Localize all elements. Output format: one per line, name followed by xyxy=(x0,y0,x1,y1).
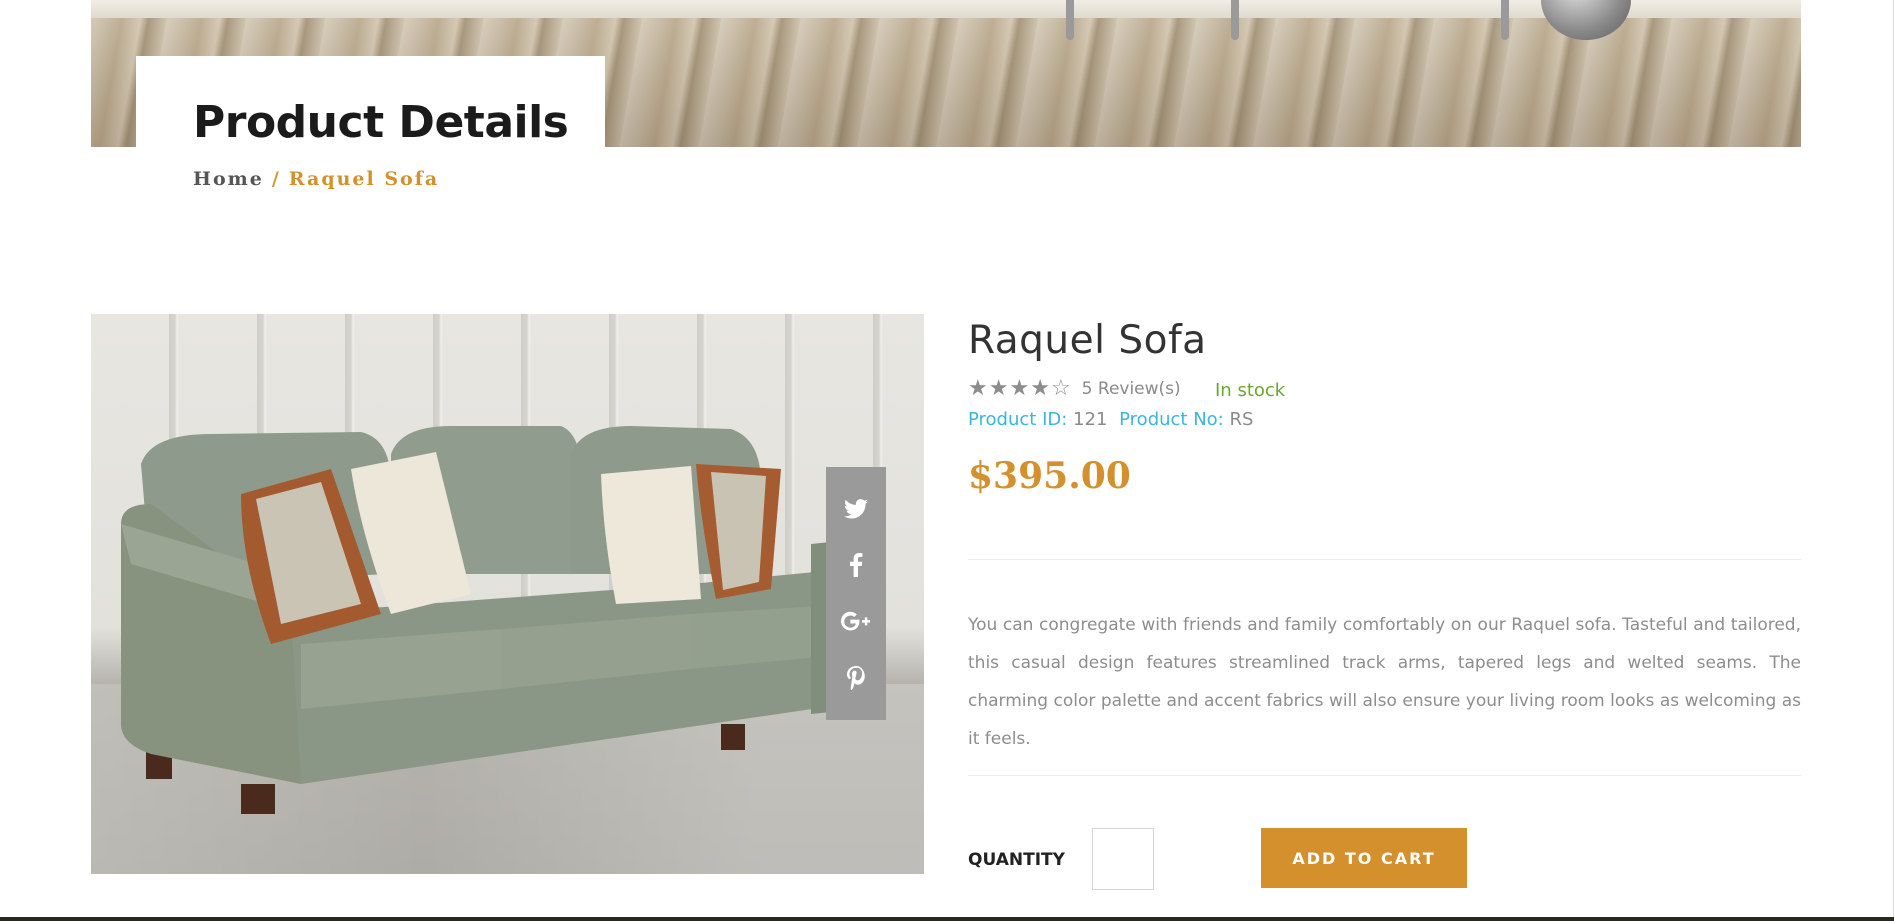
product-id-value: 121 xyxy=(1073,409,1108,430)
facebook-icon[interactable] xyxy=(841,550,871,580)
product-no-value: RS xyxy=(1229,409,1254,430)
chair-leg-decor xyxy=(1066,0,1074,40)
decor-ball xyxy=(1541,0,1631,40)
breadcrumb-home-link[interactable]: Home xyxy=(193,168,264,190)
product-image xyxy=(91,314,924,874)
product-meta: Product ID: 121 Product No: RS xyxy=(968,409,1259,430)
divider xyxy=(968,559,1801,560)
add-to-cart-button[interactable]: ADD TO CART xyxy=(1261,828,1467,888)
chair-leg-decor xyxy=(1501,0,1509,40)
product-no-label: Product No: xyxy=(1119,409,1224,430)
product-price: $395.00 xyxy=(968,455,1131,497)
divider xyxy=(968,775,1801,776)
star-filled-icon: ★ xyxy=(1009,376,1030,401)
product-description: You can congregate with friends and fami… xyxy=(968,615,1801,749)
product-id-label: Product ID: xyxy=(968,409,1068,430)
reviews-link[interactable]: 5 Review(s) xyxy=(1082,379,1181,399)
star-filled-icon: ★ xyxy=(1030,376,1050,401)
star-filled-icon: ★ xyxy=(988,376,1009,401)
twitter-icon[interactable] xyxy=(841,494,871,524)
share-bar xyxy=(826,467,886,720)
quantity-input[interactable] xyxy=(1092,828,1154,890)
page-title: Product Details xyxy=(193,97,569,148)
quantity-label: QUANTITY xyxy=(968,850,1065,870)
sofa-image xyxy=(121,426,861,814)
google-plus-icon[interactable] xyxy=(841,607,871,637)
breadcrumb: Home / Raquel Sofa xyxy=(193,168,439,190)
product-rating: ★ ★ ★ ★ ☆ 5 Review(s) xyxy=(968,378,1181,400)
breadcrumb-separator: / xyxy=(271,168,281,190)
star-empty-icon: ☆ xyxy=(1050,376,1071,401)
product-name: Raquel Sofa xyxy=(968,318,1207,363)
footer-edge xyxy=(0,917,1894,921)
chair-leg-decor xyxy=(1231,0,1239,40)
stock-status: In stock xyxy=(1215,380,1286,401)
breadcrumb-current: Raquel Sofa xyxy=(288,168,440,190)
pinterest-icon[interactable] xyxy=(841,663,871,693)
star-filled-icon: ★ xyxy=(968,376,988,401)
